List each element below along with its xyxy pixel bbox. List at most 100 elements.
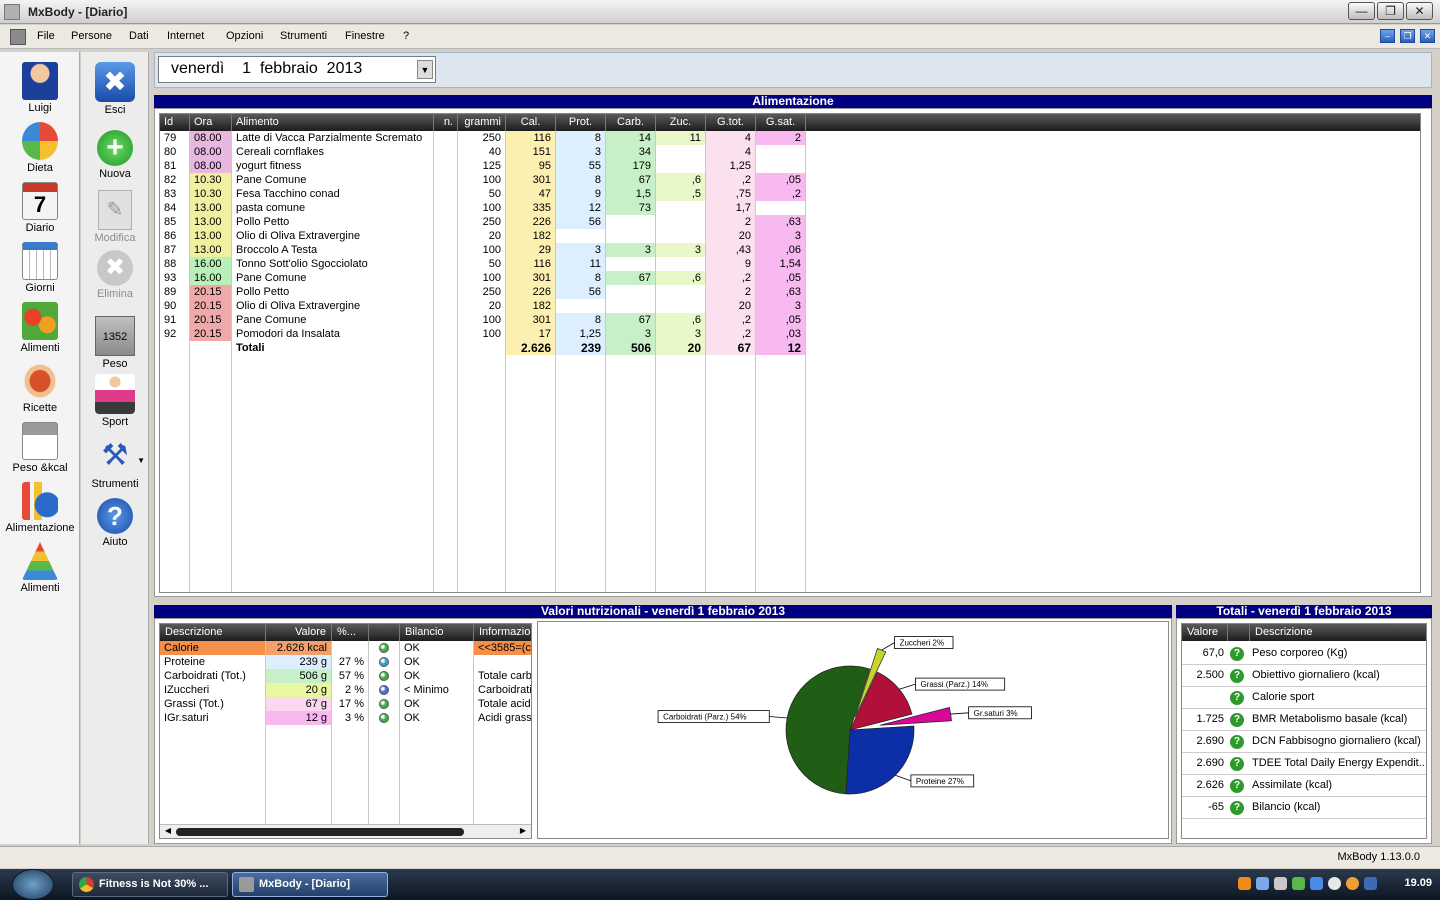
tray-update-icon[interactable] [1292,877,1305,890]
menu-dati[interactable]: Dati [129,30,149,42]
tray-volume-icon[interactable] [1274,877,1287,890]
col-icon[interactable] [1228,624,1250,641]
cell-alimento: yogurt fitness [236,160,302,172]
menu-help[interactable]: ? [403,30,409,42]
sport-button[interactable]: Sport [81,374,149,428]
nav-alimenti[interactable]: Alimenti [0,302,80,354]
col-status[interactable] [369,624,400,641]
scroll-left-icon[interactable]: ◀ [163,826,173,836]
col-valore[interactable]: Valore [266,624,332,641]
col-informazioni[interactable]: Informazio [474,624,531,641]
nav-giorni[interactable]: Giorni [0,242,80,294]
tray-media-icon[interactable] [1328,877,1341,890]
task-mxbody[interactable]: MxBody - [Diario] [232,872,388,897]
table-row[interactable]: 67,0? Peso corporeo (Kg) [1182,643,1426,665]
table-row[interactable]: 2.690? DCN Fabbisogno giornaliero (kcal) [1182,731,1426,753]
help-circle-icon[interactable]: ? [1230,691,1244,705]
mdi-minimize-button[interactable]: – [1380,29,1395,43]
nav-dieta[interactable]: Dieta [0,122,80,174]
nav-person[interactable]: Luigi [0,62,80,114]
peso-button[interactable]: 1352 Peso [81,316,149,370]
nav-alimenti-pyramid[interactable]: Alimenti [0,542,80,594]
menu-internet[interactable]: Internet [167,30,204,42]
col-descrizione[interactable]: Descrizione [1250,624,1426,641]
help-circle-icon[interactable]: ? [1230,801,1244,815]
col-gtot[interactable]: G.tot. [706,114,756,131]
col-id[interactable]: Id [160,114,190,131]
cell-prot: 55 [556,159,605,173]
cell-ora: 08.00 [190,145,231,159]
help-circle-icon[interactable]: ? [1230,735,1244,749]
tray-app-icon[interactable] [1238,877,1251,890]
modifica-button[interactable]: ✎ Modifica [81,190,149,244]
col-percent[interactable]: %... [332,624,369,641]
dropdown-arrow-icon[interactable]: ▼ [137,456,145,465]
help-circle-icon[interactable]: ? [1230,757,1244,771]
table-row[interactable]: 1.725? BMR Metabolismo basale (kcal) [1182,709,1426,731]
col-valore[interactable]: Valore [1182,624,1228,641]
tray-browser-icon[interactable] [1346,877,1359,890]
nav-alimentazione[interactable]: Alimentazione [0,482,80,534]
help-circle-icon[interactable]: ? [1230,647,1244,661]
tray-network-icon[interactable] [1256,877,1269,890]
col-descrizione[interactable]: Descrizione [160,624,266,641]
menu-file[interactable]: File [37,30,55,42]
table-row[interactable]: 2.500? Obiettivo giornaliero (kcal) [1182,665,1426,687]
scroll-right-icon[interactable]: ▶ [518,826,528,836]
nav-label: Dieta [27,162,53,174]
minimize-button[interactable]: — [1348,2,1375,20]
cell-alimento: Broccolo A Testa [236,244,318,256]
menu-persone[interactable]: Persone [71,30,112,42]
col-alimento[interactable]: Alimento [232,114,434,131]
nav-ricette[interactable]: Ricette [0,362,80,414]
menu-finestre[interactable]: Finestre [345,30,385,42]
pie-label: Zuccheri 2% [900,639,944,648]
esci-button[interactable]: ✖ Esci [81,62,149,116]
help-circle-icon[interactable]: ? [1230,713,1244,727]
horizontal-scrollbar[interactable]: ◀ ▶ [160,824,531,838]
elimina-button[interactable]: ✖ Elimina [81,250,149,300]
date-day: 1 [242,60,252,77]
col-zuc[interactable]: Zuc. [656,114,706,131]
table-row[interactable]: 2.690? TDEE Total Daily Energy Expendit..… [1182,753,1426,775]
col-n[interactable]: n. [434,114,458,131]
nuova-button[interactable]: + Nuova [81,130,149,180]
menu-opzioni[interactable]: Opzioni [226,30,263,42]
tray-sync-icon[interactable] [1310,877,1323,890]
help-circle-icon[interactable]: ? [1230,779,1244,793]
chevron-down-icon[interactable]: ▼ [417,60,433,79]
task-chrome[interactable]: Fitness is Not 30% ... [72,872,228,897]
nutrition-table[interactable]: Descrizione Valore%... Bilancio Informazio … [159,623,532,839]
table-row[interactable]: ? Calorie sport [1182,687,1426,709]
cell-alimento: Tonno Sott'olio Sgocciolato [236,258,368,270]
menu-strumenti[interactable]: Strumenti [280,30,327,42]
status-dot-icon [379,713,389,723]
strumenti-button[interactable]: ⚒ Strumenti ▼ [81,436,149,490]
col-gsat[interactable]: G.sat. [756,114,806,131]
col-carb[interactable]: Carb. [606,114,656,131]
col-ora[interactable]: Ora [190,114,232,131]
col-cal[interactable]: Cal. [506,114,556,131]
scroll-thumb[interactable] [176,828,464,836]
cell-cal: 226 [506,285,555,299]
cell-zuc: ,6 [656,313,705,327]
food-table[interactable]: Id Ora Alimento n. grammi Cal. Prot. Carb. Zuc. G… [159,113,1421,593]
totals-table[interactable]: Valore Descrizione 67,0? Peso corporeo (K… [1181,623,1427,839]
mdi-close-button[interactable]: ✕ [1420,29,1435,43]
col-grammi[interactable]: grammi [458,114,506,131]
start-button[interactable] [12,869,54,900]
date-picker[interactable]: venerdì 1 febbraio 2013 ▼ [158,56,436,83]
col-prot[interactable]: Prot. [556,114,606,131]
maximize-button[interactable]: ❐ [1377,2,1404,20]
mdi-restore-button[interactable]: ❐ [1400,29,1415,43]
nav-peso-kcal[interactable]: Peso &kcal [0,422,80,474]
pie-leader-line [769,716,788,719]
table-row[interactable]: -65? Bilancio (kcal) [1182,797,1426,819]
help-circle-icon[interactable]: ? [1230,669,1244,683]
nav-diario[interactable]: 7 Diario [0,182,80,234]
aiuto-button[interactable]: ? Aiuto [81,498,149,548]
close-window-button[interactable]: ✕ [1406,2,1433,20]
tray-monitor-icon[interactable] [1364,877,1377,890]
table-row[interactable]: 2.626? Assimilate (kcal) [1182,775,1426,797]
col-bilancio[interactable]: Bilancio [400,624,474,641]
